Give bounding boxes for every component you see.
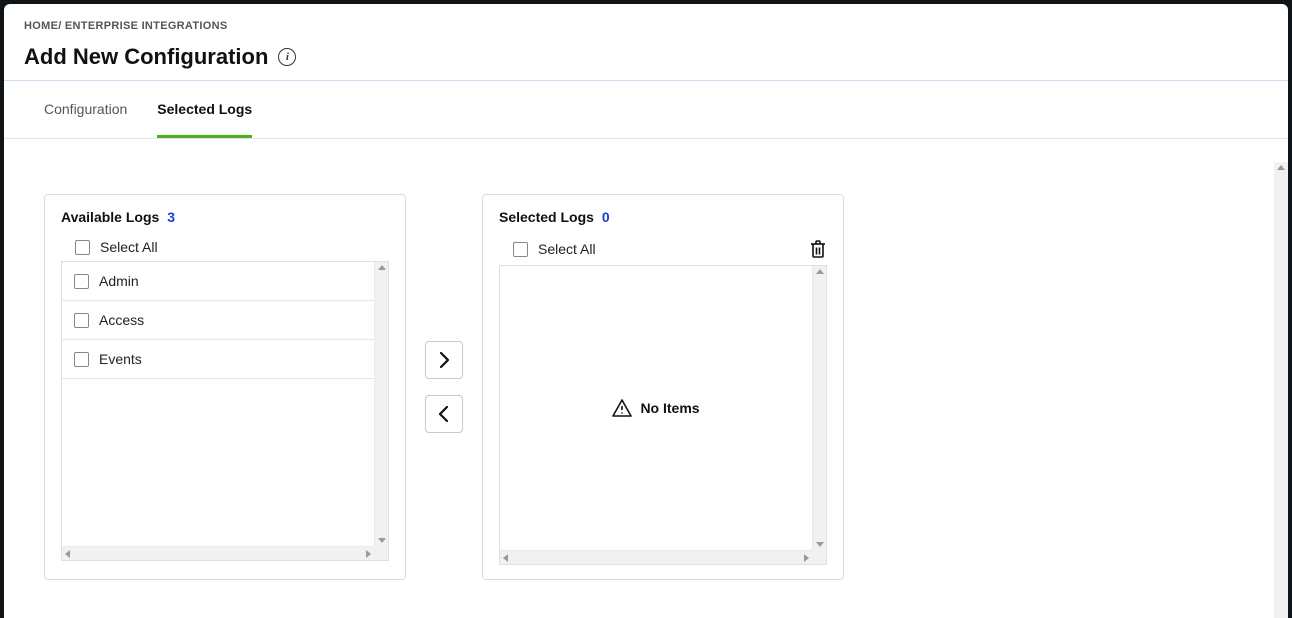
list-item-label: Access: [99, 312, 144, 328]
breadcrumb-current: ENTERPRISE INTEGRATIONS: [65, 20, 228, 32]
list-item[interactable]: Events: [62, 340, 374, 379]
list-item-checkbox[interactable]: [74, 352, 89, 367]
selected-logs-panel: Selected Logs 0 Select All: [482, 194, 844, 580]
list-item-checkbox[interactable]: [74, 313, 89, 328]
content-inner: Available Logs 3 Select All Admin: [4, 162, 1288, 612]
empty-state-label: No Items: [640, 400, 699, 416]
selected-horizontal-scrollbar[interactable]: [500, 550, 812, 564]
scroll-up-icon: [816, 269, 824, 274]
available-select-all-checkbox[interactable]: [75, 240, 90, 255]
scroll-right-icon: [366, 550, 371, 558]
available-select-all-label: Select All: [100, 239, 158, 255]
list-item[interactable]: Admin: [62, 262, 374, 301]
selected-logs-count: 0: [602, 209, 610, 225]
delete-button[interactable]: [809, 239, 827, 259]
scroll-left-icon: [65, 550, 70, 558]
selected-logs-header: Selected Logs 0: [499, 209, 827, 225]
available-select-all-row: Select All: [75, 239, 389, 255]
scroll-up-icon: [1277, 165, 1285, 170]
page-title: Add New Configuration: [24, 44, 268, 70]
selected-select-all-checkbox[interactable]: [513, 242, 528, 257]
move-left-button[interactable]: [425, 395, 463, 433]
scroll-corner: [812, 550, 826, 564]
scroll-down-icon: [378, 538, 386, 543]
trash-icon: [809, 239, 827, 259]
list-item-checkbox[interactable]: [74, 274, 89, 289]
available-logs-header: Available Logs 3: [61, 209, 389, 225]
selected-select-all-group: Select All: [513, 241, 596, 257]
page-vertical-scrollbar[interactable]: [1274, 162, 1288, 618]
selected-listbox: No Items: [499, 265, 827, 565]
breadcrumb-separator: /: [58, 20, 61, 32]
selected-select-all-row: Select All: [513, 239, 827, 259]
selected-vertical-scrollbar[interactable]: [812, 266, 826, 550]
list-item[interactable]: Access: [62, 301, 374, 340]
selected-select-all-label: Select All: [538, 241, 596, 257]
move-right-button[interactable]: [425, 341, 463, 379]
scroll-down-icon: [816, 542, 824, 547]
tab-selected-logs[interactable]: Selected Logs: [157, 81, 252, 138]
available-horizontal-scrollbar[interactable]: [62, 546, 374, 560]
available-logs-panel: Available Logs 3 Select All Admin: [44, 194, 406, 580]
tabs: Configuration Selected Logs: [4, 80, 1288, 139]
warning-icon: [612, 399, 632, 417]
page-header: HOME/ ENTERPRISE INTEGRATIONS Add New Co…: [4, 4, 1288, 80]
page-title-row: Add New Configuration i: [24, 44, 1268, 70]
scroll-left-icon: [503, 554, 508, 562]
selected-logs-title: Selected Logs: [499, 209, 594, 225]
scroll-up-icon: [378, 265, 386, 270]
empty-state: No Items: [500, 266, 812, 550]
scroll-corner: [374, 546, 388, 560]
breadcrumb: HOME/ ENTERPRISE INTEGRATIONS: [24, 20, 1268, 32]
info-icon[interactable]: i: [278, 48, 296, 66]
content-area: Available Logs 3 Select All Admin: [4, 162, 1288, 618]
available-logs-title: Available Logs: [61, 209, 159, 225]
chevron-left-icon: [437, 405, 451, 423]
breadcrumb-home[interactable]: HOME: [24, 20, 58, 32]
tab-configuration[interactable]: Configuration: [44, 81, 127, 138]
scroll-right-icon: [804, 554, 809, 562]
transfer-controls: [406, 194, 482, 580]
dual-list: Available Logs 3 Select All Admin: [44, 194, 1248, 580]
available-vertical-scrollbar[interactable]: [374, 262, 388, 546]
chevron-right-icon: [437, 351, 451, 369]
available-logs-count: 3: [167, 209, 175, 225]
list-item-label: Events: [99, 351, 142, 367]
app-frame: HOME/ ENTERPRISE INTEGRATIONS Add New Co…: [4, 4, 1288, 618]
available-list-rows: Admin Access Events: [62, 262, 374, 546]
available-listbox: Admin Access Events: [61, 261, 389, 561]
list-item-label: Admin: [99, 273, 139, 289]
